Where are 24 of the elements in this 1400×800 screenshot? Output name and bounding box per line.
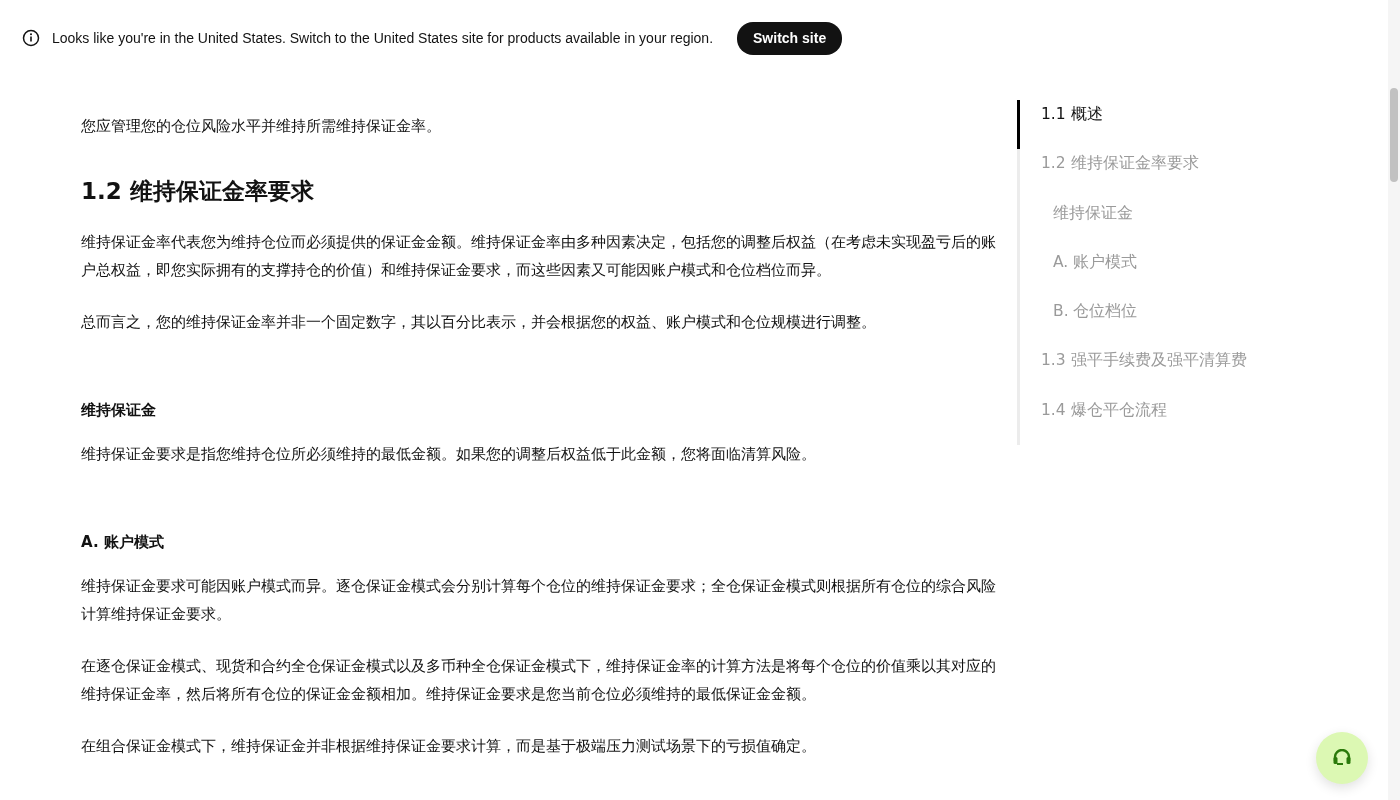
scrollbar-thumb[interactable]	[1390, 88, 1398, 182]
toc-link[interactable]: 1.1 概述	[1017, 100, 1247, 150]
info-icon	[22, 29, 40, 47]
paragraph: 维持保证金要求可能因账户模式而异。逐仓保证金模式会分别计算每个仓位的维持保证金要求；全仓保证金模式则根据所有仓位的综合风险计算维持保证金要求。	[81, 576, 996, 625]
toc-link[interactable]: B. 仓位档位	[1017, 297, 1247, 347]
switch-site-button[interactable]: Switch site	[737, 21, 843, 55]
toc-link[interactable]: 1.3 强平手续费及强平清算费	[1017, 346, 1247, 396]
headset-icon	[1332, 749, 1352, 767]
support-button[interactable]	[1316, 732, 1368, 784]
paragraph: 维持保证金率代表您为维持仓位而必须提供的保证金金额。维持保证金率由多种因素决定，包括您的调整后权益（在考虑未实现盈亏后的账户总权益，即您实际拥有的支撑持仓的价值）和维持保证金要求，而这些因素又可能因账户模式和仓位档位而异。	[81, 232, 996, 281]
section-heading: 1.2 维持保证金率要求	[81, 177, 315, 206]
toc-link[interactable]: 维持保证金	[1017, 198, 1247, 248]
scrollbar[interactable]	[1388, 0, 1400, 800]
paragraph: 在组合保证金模式下，维持保证金并非根据维持保证金要求计算，而是基于极端压力测试场景下的亏损值确定。	[81, 736, 817, 757]
banner-message: Looks like you're in the United States. Switch to the United States site for products available in your region.	[52, 30, 714, 46]
paragraph: 总而言之，您的维持保证金率并非一个固定数字，其以百分比表示，并会根据您的权益、账户模式和仓位规模进行调整。	[81, 312, 877, 333]
toc-link[interactable]: A. 账户模式	[1017, 247, 1247, 298]
subsection-heading: A. 账户模式	[81, 532, 165, 553]
paragraph: 在逐仓保证金模式、现货和合约全仓保证金模式以及多币种全仓保证金模式下，维持保证金率的计算方法是将每个仓位的价值乘以其对应的维持保证金率，然后将所有仓位的保证金金额相加。维持保证金要求是您当前仓位必须维持的最低保证金金额。	[81, 656, 996, 705]
paragraph: 维持保证金要求是指您维持仓位所必须维持的最低金额。如果您的调整后权益低于此金额，您将面临清算风险。	[81, 444, 817, 465]
subsection-heading: 维持保证金	[81, 400, 157, 421]
toc-link[interactable]: 1.2 维持保证金率要求	[1017, 149, 1247, 199]
paragraph: 您应管理您的仓位风险水平并维持所需维持保证金率。	[81, 116, 442, 137]
toc-link[interactable]: 1.4 爆仓平仓流程	[1017, 395, 1247, 445]
